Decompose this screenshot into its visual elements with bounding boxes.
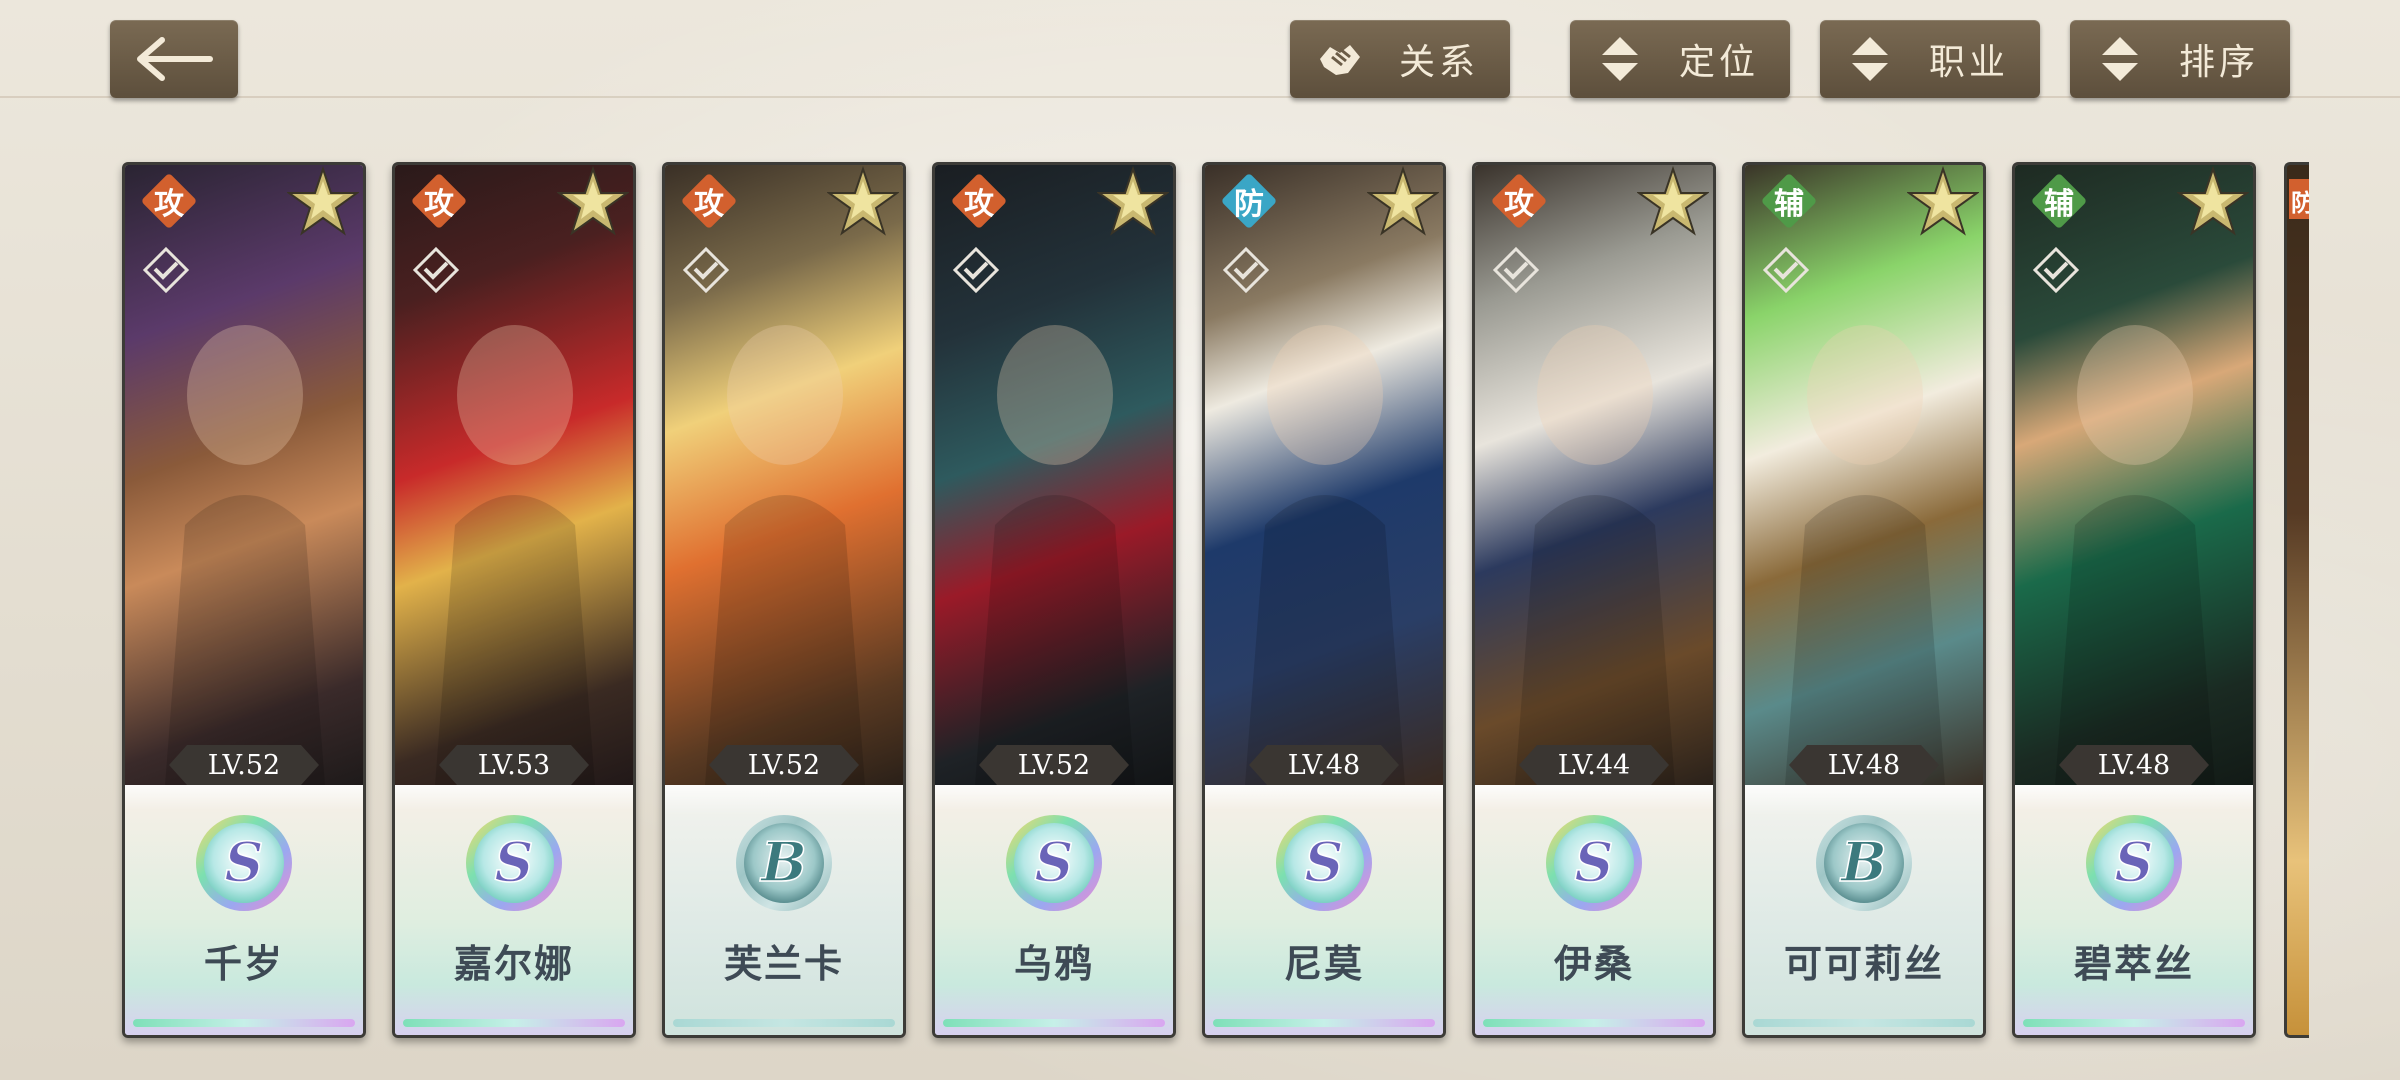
hero-card[interactable]: 辅 LV.48 [1742, 162, 1986, 1038]
role-label: 辅 [2044, 187, 2074, 222]
sort-arrows-icon [1840, 29, 1900, 89]
rank-s-icon: S [1546, 815, 1642, 911]
role-label: 辅 [1774, 187, 1804, 222]
hero-name: 芙兰卡 [723, 941, 844, 986]
sort-arrows-icon [2090, 29, 2150, 89]
svg-text:S: S [1305, 830, 1344, 894]
class-sort-label: 职业 [1928, 42, 2009, 83]
role-badge: 防 [2289, 179, 2309, 219]
role-badge: 辅 [1760, 172, 1818, 230]
position-sort-label: 定位 [1678, 42, 1759, 83]
rank-s-icon: S [196, 815, 292, 911]
level-label: LV.52 [979, 745, 1129, 785]
svg-text:B: B [759, 830, 807, 894]
progress-bar [1483, 1019, 1705, 1027]
star-icon [1637, 165, 1709, 236]
svg-text:S: S [1575, 830, 1614, 894]
class-sort-button[interactable]: 职业 [1820, 20, 2040, 98]
hero-name: 嘉尔娜 [453, 941, 574, 986]
hero-card[interactable]: 辅 LV.48 [2012, 162, 2256, 1038]
arrow-left-icon [137, 37, 213, 81]
role-label: 攻 [1504, 187, 1534, 222]
star-icon [827, 165, 899, 236]
level-label: LV.48 [1249, 745, 1399, 785]
rank-b-icon: B [1816, 815, 1912, 911]
role-label: 攻 [694, 187, 724, 222]
level-label: LV.52 [169, 745, 319, 785]
star-icon [1367, 165, 1439, 236]
handshake-icon [1310, 29, 1370, 89]
rank-b-icon: B [736, 815, 832, 911]
hero-name: 可可莉丝 [1783, 941, 1944, 986]
svg-text:S: S [1035, 830, 1074, 894]
order-sort-label: 排序 [2178, 42, 2259, 83]
order-sort-button[interactable]: 排序 [2070, 20, 2290, 98]
locked-check-icon [142, 246, 190, 294]
progress-bar [943, 1019, 1165, 1027]
hero-card[interactable]: 攻 LV.52 [932, 162, 1176, 1038]
rank-s-icon: S [1006, 815, 1102, 911]
rank-s-icon: S [1276, 815, 1372, 911]
hero-name: 碧萃丝 [2073, 941, 2194, 986]
role-badge: 防 [1220, 172, 1278, 230]
sort-arrows-icon [1590, 29, 1650, 89]
progress-bar [403, 1019, 625, 1027]
relation-filter-label: 关系 [1398, 42, 1479, 83]
role-label: 攻 [424, 187, 454, 222]
locked-check-icon [412, 246, 460, 294]
svg-text:S: S [2115, 830, 2154, 894]
progress-bar [673, 1019, 895, 1027]
progress-bar [133, 1019, 355, 1027]
header-divider [0, 96, 2400, 98]
hero-card[interactable]: 攻 LV.52 [122, 162, 366, 1038]
role-badge: 攻 [410, 172, 468, 230]
level-label: LV.48 [2059, 745, 2209, 785]
locked-check-icon [1762, 246, 1810, 294]
back-button[interactable] [110, 20, 238, 98]
svg-text:S: S [495, 830, 534, 894]
level-label: LV.44 [1519, 745, 1669, 785]
hero-card[interactable]: 攻 LV.52 [662, 162, 906, 1038]
role-badge: 攻 [140, 172, 198, 230]
role-badge: 攻 [1490, 172, 1548, 230]
locked-check-icon [2032, 246, 2080, 294]
locked-check-icon [682, 246, 730, 294]
svg-text:B: B [1839, 830, 1887, 894]
locked-check-icon [1492, 246, 1540, 294]
role-label: 攻 [964, 187, 994, 222]
hero-card-partial[interactable]: 防 [2284, 162, 2309, 1038]
position-sort-button[interactable]: 定位 [1570, 20, 1790, 98]
hero-name: 伊桑 [1553, 941, 1634, 986]
star-icon [287, 165, 359, 236]
hero-card[interactable]: 攻 LV.53 S 嘉尔娜 [392, 162, 636, 1038]
role-badge: 辅 [2030, 172, 2088, 230]
locked-check-icon [1222, 246, 1270, 294]
progress-bar [1213, 1019, 1435, 1027]
locked-check-icon [952, 246, 1000, 294]
relation-filter-button[interactable]: 关系 [1290, 20, 1510, 98]
role-label: 攻 [154, 187, 184, 222]
star-icon [2177, 165, 2249, 236]
star-icon [557, 165, 629, 236]
star-icon [1907, 165, 1979, 236]
star-icon [1097, 165, 1169, 236]
hero-name: 千岁 [203, 941, 284, 986]
role-label: 防 [1234, 187, 1264, 222]
level-label: LV.52 [709, 745, 859, 785]
hero-name: 尼莫 [1283, 941, 1364, 986]
svg-text:S: S [225, 830, 264, 894]
role-badge: 攻 [680, 172, 738, 230]
hero-card[interactable]: 防 LV.48 S 尼莫 [1202, 162, 1446, 1038]
progress-bar [2023, 1019, 2245, 1027]
level-label: LV.53 [439, 745, 589, 785]
level-label: LV.48 [1789, 745, 1939, 785]
hero-name: 乌鸦 [1013, 941, 1094, 986]
role-label: 防 [2291, 183, 2309, 218]
hero-card[interactable]: 攻 LV.44 S 伊桑 [1472, 162, 1716, 1038]
rank-s-icon: S [2086, 815, 2182, 911]
rank-s-icon: S [466, 815, 562, 911]
progress-bar [1753, 1019, 1975, 1027]
role-badge: 攻 [950, 172, 1008, 230]
